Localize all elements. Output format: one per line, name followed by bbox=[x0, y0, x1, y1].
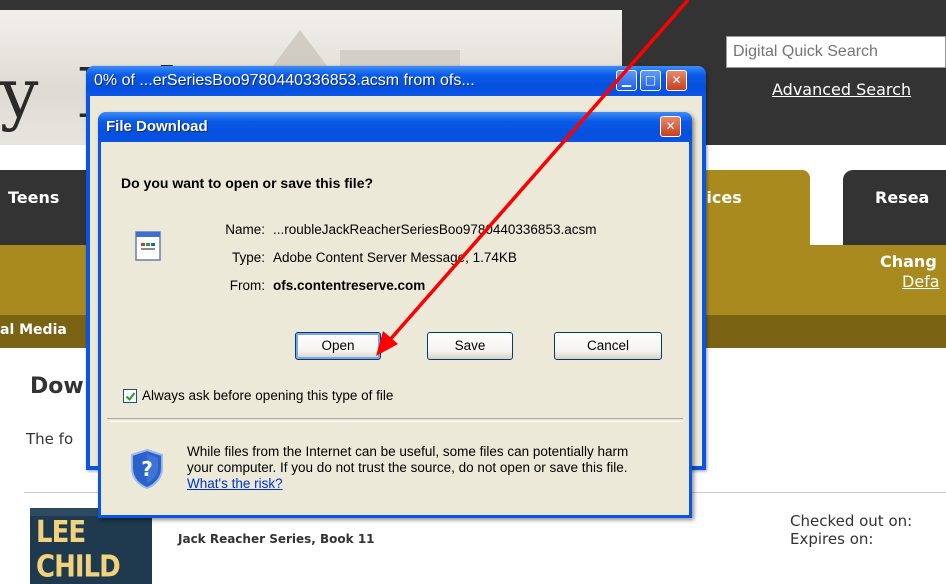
shield-question-icon: ? bbox=[131, 448, 163, 490]
warning-text: While files from the Internet can be use… bbox=[187, 444, 657, 492]
minimize-button[interactable]: ▁ bbox=[616, 70, 637, 91]
book-cover-image[interactable]: LEE CHILD bbox=[30, 508, 152, 584]
book-series: Jack Reacher Series, Book 11 bbox=[178, 532, 375, 546]
dialog-titlebar[interactable]: File Download ✕ bbox=[98, 112, 692, 142]
dialog-body: Do you want to open or save this file? N… bbox=[101, 142, 689, 515]
file-download-dialog: File Download ✕ Do you want to open or s… bbox=[98, 112, 692, 518]
quick-search-input[interactable] bbox=[726, 36, 946, 68]
close-icon: ✕ bbox=[671, 73, 682, 87]
minimize-icon: ▁ bbox=[621, 73, 632, 87]
expires-label: Expires on: bbox=[790, 530, 874, 548]
cancel-button[interactable]: Cancel bbox=[554, 332, 662, 360]
type-value: Adobe Content Server Message, 1.74KB bbox=[273, 250, 517, 265]
open-button[interactable]: Open bbox=[295, 332, 381, 360]
page-heading: Dow bbox=[30, 374, 84, 399]
default-link[interactable]: Defa bbox=[902, 272, 940, 291]
dialog-question: Do you want to open or save this file? bbox=[121, 175, 374, 191]
checkbox-box[interactable] bbox=[123, 389, 137, 403]
from-value: ofs.contentreserve.com bbox=[273, 278, 426, 293]
media-label[interactable]: al Media bbox=[0, 322, 67, 338]
top-bar bbox=[0, 0, 946, 10]
file-icon bbox=[135, 231, 161, 261]
separator bbox=[107, 418, 683, 422]
progress-close-button[interactable]: ✕ bbox=[666, 70, 687, 91]
book-cover-author: LEE CHILD bbox=[36, 515, 121, 584]
name-value: ...roubleJackReacherSeriesBoo97804403368… bbox=[273, 222, 597, 237]
nav-tab-research[interactable]: Resea bbox=[843, 170, 946, 245]
progress-titlebar[interactable]: 0% of ...erSeriesBoo9780440336853.acsm f… bbox=[86, 66, 706, 96]
checked-out-label: Checked out on: bbox=[790, 512, 913, 530]
nav-tab-teens-label: Teens bbox=[8, 188, 60, 207]
always-ask-label: Always ask before opening this type of f… bbox=[142, 388, 394, 403]
checkmark-icon bbox=[125, 392, 136, 402]
change-label: Chang bbox=[880, 252, 937, 271]
maximize-icon: □ bbox=[644, 73, 657, 87]
nav-tab-research-label: Resea bbox=[875, 188, 930, 207]
close-icon: ✕ bbox=[665, 119, 676, 133]
whats-the-risk-link[interactable]: What's the risk? bbox=[187, 476, 283, 491]
dialog-title: File Download bbox=[106, 118, 208, 135]
intro-text: The fo bbox=[26, 430, 74, 448]
type-label: Type: bbox=[231, 250, 265, 265]
svg-text:?: ? bbox=[141, 457, 153, 481]
warning-message: While files from the Internet can be use… bbox=[187, 444, 629, 475]
name-label: Name: bbox=[225, 222, 265, 237]
save-button[interactable]: Save bbox=[427, 332, 513, 360]
from-label: From: bbox=[229, 278, 265, 293]
advanced-search-link[interactable]: Advanced Search bbox=[772, 80, 911, 99]
maximize-button[interactable]: □ bbox=[640, 70, 661, 91]
dialog-close-button[interactable]: ✕ bbox=[660, 116, 681, 137]
progress-window-title: 0% of ...erSeriesBoo9780440336853.acsm f… bbox=[94, 72, 475, 89]
